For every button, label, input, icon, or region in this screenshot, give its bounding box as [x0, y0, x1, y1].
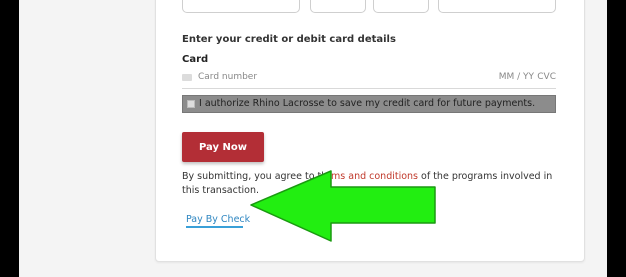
authorize-checkbox[interactable]: [187, 100, 195, 108]
card-details-heading: Enter your credit or debit card details: [182, 34, 396, 45]
pay-now-button[interactable]: Pay Now: [182, 132, 264, 162]
card-input-row[interactable]: Card number MM / YY CVC: [182, 71, 556, 89]
top-field-4[interactable]: [438, 0, 556, 13]
authorize-label: I authorize Rhino Lacrosse to save my cr…: [199, 98, 536, 109]
authorize-save-card-option[interactable]: I authorize Rhino Lacrosse to save my cr…: [182, 95, 556, 113]
green-arrow-left-icon: [250, 170, 436, 242]
pay-by-check-link[interactable]: Pay By Check: [186, 214, 250, 225]
card-label: Card: [182, 54, 209, 65]
pay-by-check-underline: [186, 226, 243, 228]
arrow-shape: [250, 170, 436, 242]
top-field-1[interactable]: [182, 0, 300, 13]
credit-card-icon: [182, 74, 192, 81]
card-cvc-input[interactable]: CVC: [537, 72, 556, 82]
card-number-input[interactable]: Card number: [198, 72, 257, 82]
top-field-2[interactable]: [310, 0, 366, 13]
card-expiry-input[interactable]: MM / YY: [499, 72, 534, 82]
top-field-3[interactable]: [373, 0, 429, 13]
